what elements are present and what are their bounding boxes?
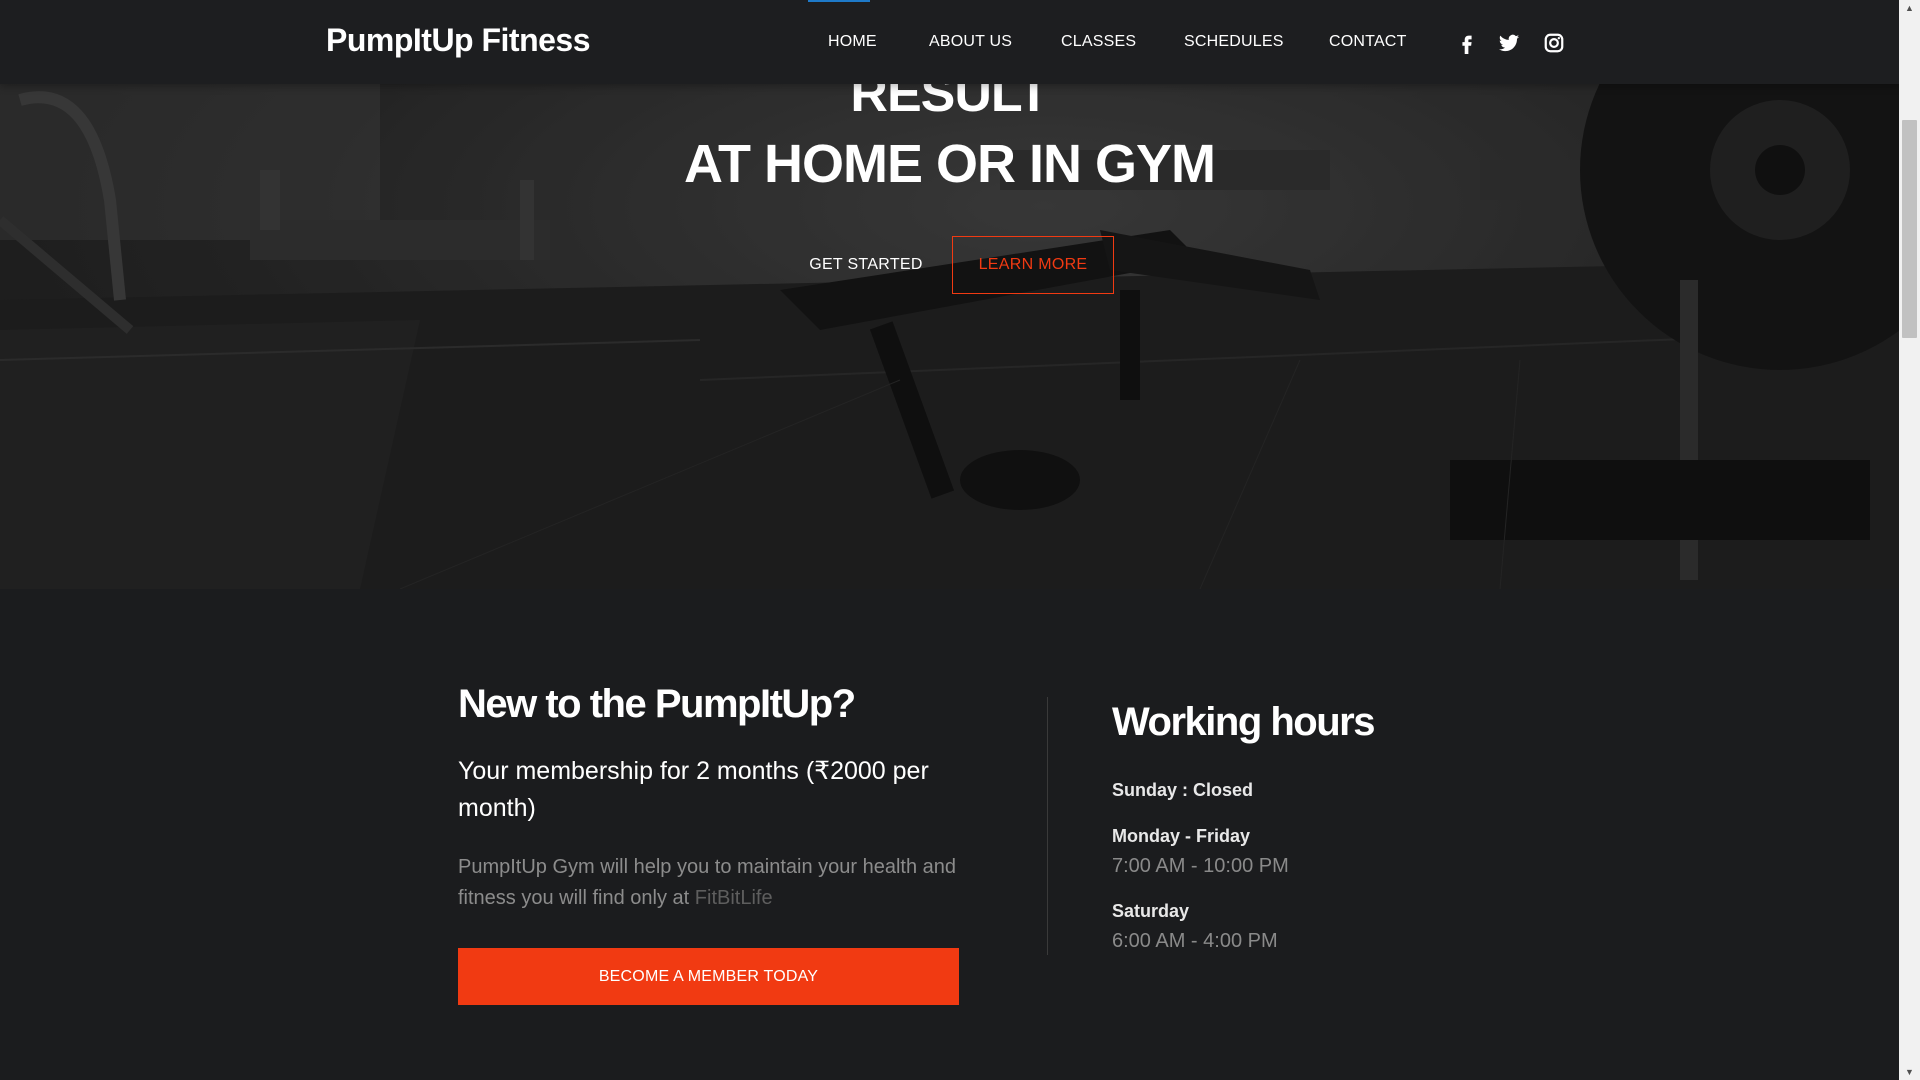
scroll-up-arrow-icon[interactable]: ▲ (1899, 0, 1920, 16)
membership-subtitle: Your membership for 2 months (₹2000 per … (458, 757, 929, 822)
scroll-thumb[interactable] (1902, 120, 1917, 338)
twitter-icon[interactable] (1498, 32, 1520, 54)
sunday-hours: Sunday : Closed (1112, 780, 1254, 800)
nav-schedules[interactable]: SCHEDULES (1184, 33, 1284, 51)
scroll-down-arrow-icon[interactable]: ▼ (1899, 1064, 1920, 1080)
page-scrollbar[interactable]: ▲ ▼ (1899, 0, 1920, 1080)
hero-title: AT HOME OR IN GYM (684, 134, 1216, 194)
facebook-icon[interactable] (1456, 32, 1478, 54)
get-started-button[interactable]: GET STARTED (789, 236, 943, 294)
section-divider (1047, 697, 1048, 955)
fitbitlife-link[interactable]: FitBitLife (695, 887, 773, 909)
nav-home[interactable]: HOME (828, 33, 877, 51)
nav-about-us[interactable]: ABOUT US (929, 33, 1012, 51)
weekdays-time: 7:00 AM - 10:00 PM (1112, 855, 1289, 877)
membership-description: PumpItUp Gym will help you to maintain y… (458, 852, 978, 914)
instagram-icon[interactable] (1543, 32, 1565, 54)
weekdays-label: Monday - Friday (1112, 826, 1251, 846)
saturday-label: Saturday (1112, 901, 1190, 921)
nav-contact[interactable]: CONTACT (1329, 33, 1407, 51)
hero-section: RESULT AT HOME OR IN GYM GET STARTED LEA… (0, 0, 1899, 589)
page: RESULT AT HOME OR IN GYM GET STARTED LEA… (0, 0, 1899, 1080)
membership-title: New to the PumpItUp? (458, 682, 856, 726)
saturday-time: 6:00 AM - 4:00 PM (1112, 930, 1278, 952)
working-hours-title: Working hours (1112, 700, 1375, 744)
learn-more-button[interactable]: LEARN MORE (952, 236, 1114, 294)
brand-logo[interactable]: PumpItUp Fitness (326, 22, 591, 59)
info-section (0, 589, 1899, 1080)
become-member-button[interactable]: BECOME A MEMBER TODAY (458, 948, 959, 1005)
active-nav-indicator (808, 0, 870, 2)
navbar: PumpItUp Fitness HOME ABOUT US CLASSES S… (0, 0, 1899, 84)
nav-classes[interactable]: CLASSES (1061, 33, 1136, 51)
